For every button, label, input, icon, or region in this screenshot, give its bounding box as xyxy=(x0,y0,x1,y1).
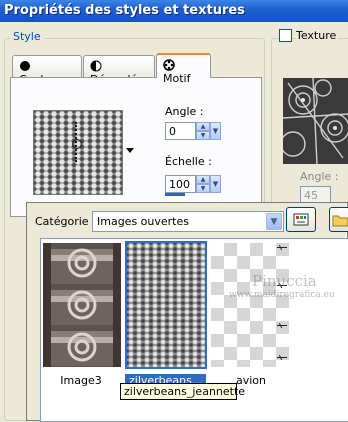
scale-slider-track[interactable] xyxy=(165,193,185,196)
chevron-down-icon[interactable]: ▼ xyxy=(266,213,282,230)
spin-down-icon[interactable]: ▼ xyxy=(196,131,210,140)
angle-label: Angle : xyxy=(165,105,204,118)
scale-dropdown-button[interactable]: ▼ xyxy=(210,175,221,193)
tab-couleur[interactable]: Couleur xyxy=(12,55,82,86)
window-title-bar: Propriétés des styles et textures xyxy=(0,0,348,22)
thumbnail-avion[interactable] xyxy=(211,243,289,367)
open-folder-button[interactable] xyxy=(329,207,348,232)
caption-image3: Image3 xyxy=(60,374,102,387)
tab-motif[interactable]: Motif xyxy=(156,53,211,85)
scale-label: Échelle : xyxy=(165,155,212,168)
thumbnail-zilverbeans[interactable] xyxy=(125,241,207,369)
plane-icon xyxy=(277,325,287,329)
color-dot-icon xyxy=(19,60,31,72)
pattern-icon xyxy=(163,59,175,71)
scale-input[interactable]: 100 xyxy=(165,175,196,193)
spin-down-icon[interactable]: ▼ xyxy=(196,184,210,193)
tab-degrade[interactable]: Dégradé xyxy=(83,55,155,86)
thumbnail-tooltip: zilverbeans_jeannette xyxy=(120,383,245,400)
window-title: Propriétés des styles et textures xyxy=(4,3,245,18)
tab-motif-label: Motif xyxy=(163,72,191,85)
view-options-button[interactable] xyxy=(286,207,316,232)
texture-label: Texture xyxy=(296,29,339,42)
category-select[interactable]: Images ouvertes ▼ xyxy=(92,211,284,232)
texture-checkbox[interactable] xyxy=(279,29,292,42)
pattern-angle-marker[interactable] xyxy=(72,122,82,162)
thumbnail-image3[interactable] xyxy=(43,243,121,367)
texture-angle-label: Angle : xyxy=(300,170,339,183)
plane-icon xyxy=(277,247,287,251)
plane-icon xyxy=(277,357,287,361)
watermark-name: Pinuccia xyxy=(252,272,317,290)
swatch-dropdown-arrow-icon[interactable] xyxy=(126,148,134,153)
gradient-icon xyxy=(90,60,102,72)
angle-dropdown-button[interactable]: ▼ xyxy=(210,122,221,140)
scale-spinner[interactable]: ▲ ▼ xyxy=(196,175,210,193)
angle-input[interactable]: 0 xyxy=(165,122,196,140)
style-group-label: Style xyxy=(10,30,44,43)
spin-up-icon[interactable]: ▲ xyxy=(196,122,210,131)
category-label: Catégorie : xyxy=(35,215,96,228)
watermark-url: www.maidiregrafica.eu xyxy=(229,290,335,300)
category-value: Images ouvertes xyxy=(97,215,189,228)
view-options-icon xyxy=(293,213,309,226)
folder-icon xyxy=(332,215,348,227)
spin-up-icon[interactable]: ▲ xyxy=(196,175,210,184)
texture-preview[interactable] xyxy=(283,78,348,164)
angle-spinner[interactable]: ▲ ▼ xyxy=(196,122,210,140)
